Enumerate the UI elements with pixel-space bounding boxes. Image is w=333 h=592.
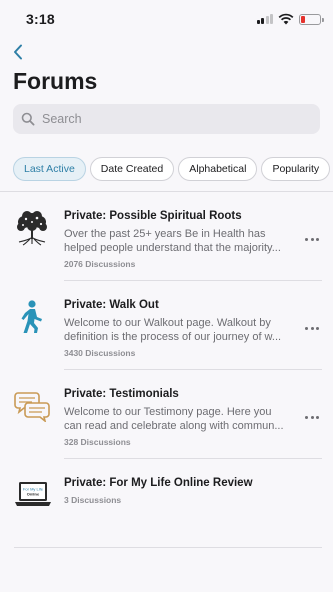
forum-description: Welcome to our Testimony page. Here you …: [64, 406, 284, 432]
filter-popularity[interactable]: Popularity: [261, 157, 331, 181]
laptop-icon: For My Life Online: [14, 477, 52, 513]
forum-item-testimonials[interactable]: Private: Testimonials Welcome to our Tes…: [0, 370, 333, 459]
forum-item-walk-out[interactable]: Private: Walk Out Welcome to our Walkout…: [0, 281, 333, 370]
chevron-left-icon: [14, 44, 22, 60]
filter-alphabetical[interactable]: Alphabetical: [178, 157, 258, 181]
forum-item-for-my-life[interactable]: For My Life Online Private: For My Life …: [0, 459, 333, 548]
forum-discussion-count: 3 Discussions: [64, 495, 122, 505]
search-bar[interactable]: [13, 104, 320, 134]
status-icons: [256, 13, 324, 25]
forum-discussion-count: 328 Discussions: [64, 437, 131, 447]
search-icon: [21, 112, 35, 126]
svg-text:Online: Online: [27, 492, 40, 497]
forum-item-spiritual-roots[interactable]: Private: Possible Spiritual Roots Over t…: [0, 192, 333, 281]
filter-last-active[interactable]: Last Active: [13, 157, 86, 181]
back-button[interactable]: [10, 42, 26, 62]
tree-icon: [14, 210, 50, 246]
filter-date-created[interactable]: Date Created: [89, 157, 175, 181]
more-options-button[interactable]: [305, 323, 319, 334]
speech-bubbles-icon: [14, 388, 50, 424]
wifi-icon: [278, 13, 294, 25]
forum-title: Private: Walk Out: [64, 299, 159, 311]
search-input[interactable]: [42, 112, 302, 126]
more-options-button[interactable]: [305, 234, 319, 245]
status-time: 3:18: [26, 11, 55, 27]
walking-person-icon: [14, 299, 50, 335]
cellular-signal-icon: [256, 14, 273, 24]
forum-description: Welcome to our Walkout page. Walkout by …: [64, 317, 282, 343]
forum-list: Private: Possible Spiritual Roots Over t…: [0, 192, 333, 548]
status-bar: 3:18: [0, 0, 333, 38]
forum-title: Private: Testimonials: [64, 388, 179, 400]
filter-chips: Last Active Date Created Alphabetical Po…: [13, 157, 333, 181]
page-title: Forums: [13, 68, 98, 94]
forum-title: Private: For My Life Online Review: [64, 477, 253, 489]
forum-description: Over the past 25+ years Be in Health has…: [64, 228, 281, 254]
forum-discussion-count: 3430 Discussions: [64, 348, 136, 358]
more-options-button[interactable]: [305, 412, 319, 423]
forum-discussion-count: 2076 Discussions: [64, 259, 136, 269]
battery-icon: [299, 13, 324, 25]
forum-title: Private: Possible Spiritual Roots: [64, 210, 242, 222]
